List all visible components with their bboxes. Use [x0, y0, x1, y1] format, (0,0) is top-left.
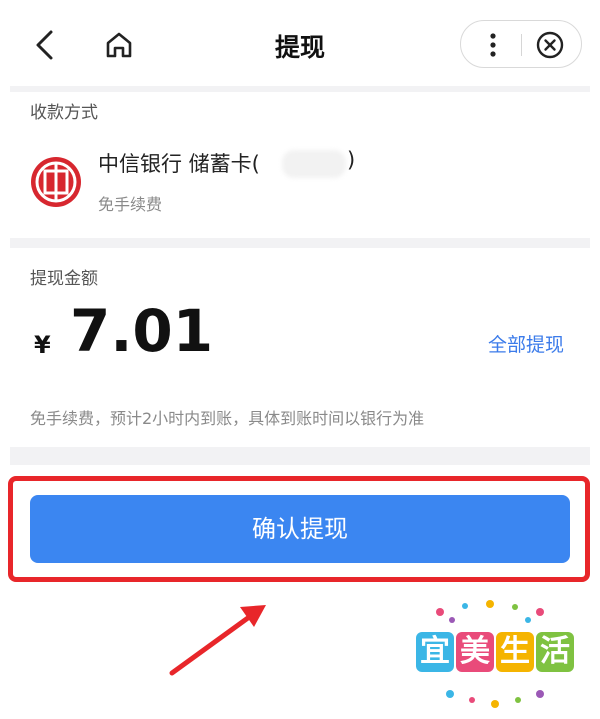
annotation-arrow-icon: [169, 605, 266, 676]
watermark-text: 宜 美 生 活: [410, 632, 580, 672]
watermark-char: 宜: [416, 632, 454, 672]
payment-method-label: 收款方式: [30, 103, 98, 123]
withdraw-all-link[interactable]: 全部提现: [488, 330, 564, 357]
bank-card-name: 中信银行 储蓄卡(: [98, 152, 260, 176]
confirm-withdraw-button[interactable]: 确认提现: [30, 495, 570, 563]
capsule-divider: [521, 34, 522, 56]
page-title: 提现: [274, 33, 325, 62]
fee-note: 免手续费: [98, 195, 163, 214]
mini-program-capsule: [460, 20, 582, 68]
close-circle-icon[interactable]: [535, 30, 565, 60]
masked-card-number: [282, 150, 346, 178]
section-divider: [10, 447, 590, 465]
currency-symbol: ¥: [34, 331, 51, 359]
home-icon[interactable]: [103, 29, 135, 61]
section-divider: [10, 238, 590, 248]
withdraw-amount-label: 提现金额: [30, 269, 98, 289]
watermark-char: 生: [496, 632, 534, 672]
watermark-char: 活: [536, 632, 574, 672]
watermark-char: 美: [456, 632, 494, 672]
more-vertical-icon[interactable]: [479, 30, 507, 60]
chevron-left-icon[interactable]: [30, 28, 60, 62]
top-bar: 提现: [0, 0, 600, 86]
bank-card-suffix: ): [347, 148, 356, 172]
arrival-note: 免手续费，预计2小时内到账，具体到账时间以银行为准: [30, 409, 425, 428]
withdraw-amount-input[interactable]: 7.01: [70, 302, 213, 360]
citic-bank-logo: [31, 157, 81, 207]
